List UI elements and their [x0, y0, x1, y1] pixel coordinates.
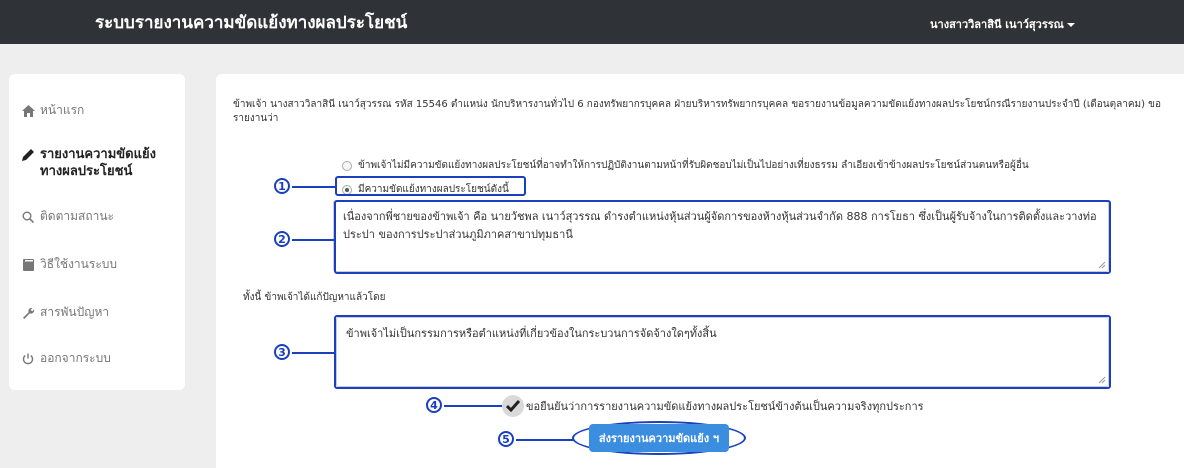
- resolution-label: ทั้งนี้ ข้าพเจ้าได้แก้ปัญหาแล้วโดย: [243, 292, 386, 303]
- sidebar-item-logout[interactable]: ออกจากระบบ: [20, 350, 180, 367]
- search-icon: [20, 209, 36, 225]
- sidebar-item-label: วิธีใช้งานระบบ: [40, 257, 117, 271]
- confirm-checkbox[interactable]: [502, 395, 524, 417]
- option-no-conflict-label: ข้าพเจ้าไม่มีความขัดแย้งทางผลประโยชน์ที่…: [358, 160, 1029, 171]
- radio-no-conflict[interactable]: [342, 160, 352, 171]
- callout-2: 2: [274, 231, 290, 247]
- callout-3: 3: [274, 344, 290, 360]
- callout-5: 5: [498, 431, 514, 447]
- home-icon: [20, 103, 36, 119]
- report-form-panel: ข้าพเจ้า นางสาววิลาสินี เนาว์สุวรรณ รหัส…: [216, 74, 1184, 468]
- callout-line-1: [292, 186, 335, 188]
- sidebar-item-label: ออกจากระบบ: [40, 351, 111, 365]
- sidebar-item-label: หน้าแรก: [40, 103, 85, 117]
- sidebar-item-status[interactable]: ติดตามสถานะ: [20, 208, 180, 225]
- pencil-icon: [20, 147, 36, 163]
- power-icon: [20, 351, 36, 367]
- caret-down-icon: [1066, 23, 1075, 27]
- sidebar: หน้าแรก รายงานความขัดแย้งทางผลประโยชน์ ต…: [9, 74, 185, 390]
- sidebar-item-faq[interactable]: สารพันปัญหา: [20, 304, 180, 321]
- confirm-text: ขอยืนยันว่าการรายงานความขัดแย้งทางผลประโ…: [526, 400, 924, 413]
- callout-line-3: [292, 352, 334, 354]
- callout-line-2: [292, 239, 334, 241]
- option-no-conflict[interactable]: ข้าพเจ้าไม่มีความขัดแย้งทางผลประโยชน์ที่…: [342, 158, 1029, 173]
- highlight-box-1: [335, 176, 526, 196]
- sidebar-item-label: รายงานความขัดแย้งทางผลประโยชน์: [40, 147, 156, 179]
- book-icon: [20, 257, 36, 273]
- checkmark-icon: [506, 400, 520, 412]
- sidebar-item-manual[interactable]: วิธีใช้งานระบบ: [20, 256, 180, 273]
- app-title[interactable]: ระบบรายงานความขัดแย้งทางผลประโยชน์: [95, 9, 407, 36]
- sidebar-item-home[interactable]: หน้าแรก: [20, 102, 180, 119]
- sidebar-item-report[interactable]: รายงานความขัดแย้งทางผลประโยชน์: [20, 146, 170, 180]
- intro-text: ข้าพเจ้า นางสาววิลาสินี เนาว์สุวรรณ รหัส…: [233, 99, 1162, 124]
- submit-report-button[interactable]: ส่งรายงานความขัดแย้ง ฯ: [572, 421, 746, 455]
- confirm-row: ขอยืนยันว่าการรายงานความขัดแย้งทางผลประโ…: [502, 395, 924, 417]
- user-name: นางสาววิลาสินี เนาว์สุวรรณ: [930, 18, 1064, 31]
- sidebar-item-label: ติดตามสถานะ: [40, 209, 115, 223]
- sidebar-item-label: สารพันปัญหา: [40, 305, 110, 319]
- top-navbar: ระบบรายงานความขัดแย้งทางผลประโยชน์ นางสา…: [0, 0, 1184, 44]
- callout-4: 4: [426, 397, 442, 413]
- callout-1: 1: [274, 178, 290, 194]
- user-menu-dropdown[interactable]: นางสาววิลาสินี เนาว์สุวรรณ: [930, 15, 1075, 33]
- highlight-box-3: [334, 315, 1111, 389]
- callout-line-4: [444, 405, 502, 407]
- callout-line-5: [516, 439, 574, 441]
- wrench-icon: [20, 305, 36, 321]
- highlight-box-2: [334, 200, 1111, 274]
- submit-report-label: ส่งรายงานความขัดแย้ง ฯ: [588, 424, 730, 452]
